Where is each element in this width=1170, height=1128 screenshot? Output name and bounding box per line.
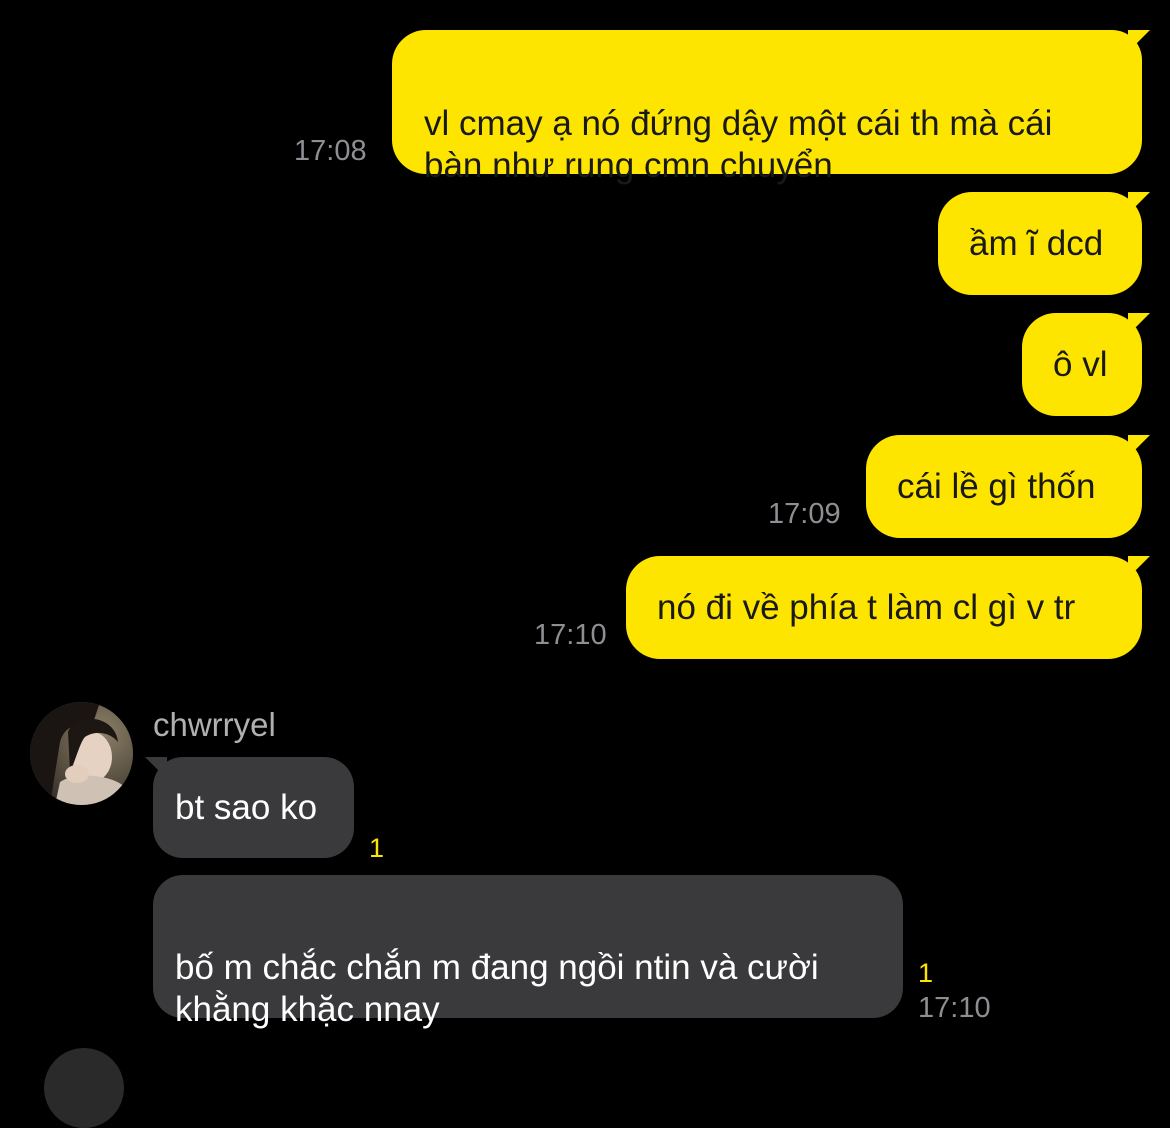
message-text: nó đi về phía t làm cl gì v tr	[657, 588, 1076, 627]
message-timestamp: 17:08	[294, 135, 367, 167]
bubble-tail	[1128, 192, 1150, 214]
message-text: ầm ĩ dcd	[969, 224, 1104, 263]
sender-name: chwrryel	[153, 706, 276, 743]
outgoing-message-bubble[interactable]: vl cmay ạ nó đứng dậy một cái th mà cái …	[392, 30, 1142, 185]
bubble-tail	[1128, 30, 1150, 52]
outgoing-message-bubble[interactable]: nó đi về phía t làm cl gì v tr	[626, 556, 1142, 659]
message-text: vl cmay ạ nó đứng dậy một cái th mà cái …	[424, 104, 1053, 185]
message-timestamp: 17:09	[768, 498, 841, 530]
outgoing-message-bubble[interactable]: ô vl	[1022, 313, 1142, 416]
message-text: cái lề gì thốn	[897, 467, 1096, 506]
incoming-message-bubble[interactable]: bt sao ko	[153, 757, 354, 858]
sender-avatar[interactable]	[30, 702, 133, 805]
message-timestamp: 17:10	[918, 992, 991, 1024]
bubble-tail	[145, 757, 167, 779]
avatar-photo-icon	[30, 702, 133, 805]
next-sender-avatar[interactable]	[44, 1048, 124, 1128]
unread-count: 1	[369, 833, 385, 863]
bubble-tail	[1128, 556, 1150, 578]
outgoing-message-bubble[interactable]: cái lề gì thốn	[866, 435, 1142, 538]
outgoing-message-bubble[interactable]: ầm ĩ dcd	[938, 192, 1142, 295]
incoming-message-bubble[interactable]: bố m chắc chắn m đang ngồi ntin và cười …	[153, 875, 903, 1029]
unread-count: 1	[918, 958, 934, 988]
message-text: bt sao ko	[175, 788, 318, 827]
message-text: bố m chắc chắn m đang ngồi ntin và cười …	[175, 948, 819, 1029]
message-timestamp: 17:10	[534, 619, 607, 651]
bubble-tail	[1128, 435, 1150, 457]
bubble-tail	[1128, 313, 1150, 335]
message-text: ô vl	[1053, 345, 1108, 384]
